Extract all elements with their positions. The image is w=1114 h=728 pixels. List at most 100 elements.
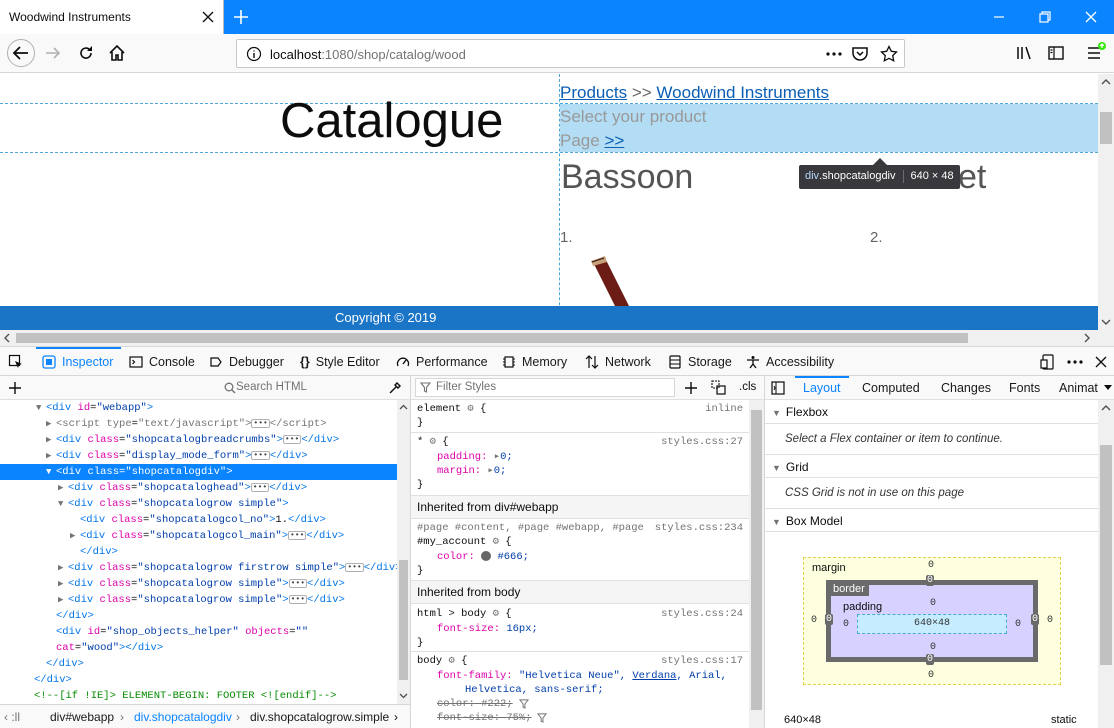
tab-network[interactable]: Network (585, 347, 651, 376)
markup-scroll-thumb[interactable] (399, 560, 408, 680)
print-simulation-icon[interactable] (711, 380, 727, 396)
forward-icon[interactable] (44, 44, 62, 62)
restore-icon[interactable] (1036, 8, 1054, 26)
page-horizontal-scroll-thumb[interactable] (16, 333, 968, 343)
tab-inspector[interactable]: Inspector (42, 347, 113, 376)
markup-tree[interactable]: ▼ <div id="webapp"> ▶ <script type="text/ja… (0, 400, 397, 704)
tab-fonts[interactable]: Fonts (1009, 376, 1040, 400)
markup-node-selected[interactable]: ▼ <div class="shopcatalogdiv"> (0, 464, 397, 480)
markup-node[interactable]: <div id="shop_objects_helper" objects="" (0, 624, 397, 640)
expand-twisty-icon[interactable]: ▶ (46, 448, 56, 464)
markup-node[interactable]: ▶ <div class="shopcatalogbreadcrumbs"> •••… (0, 432, 397, 448)
rule-source[interactable]: styles.css:17 (661, 654, 743, 668)
expand-twisty-icon[interactable]: ▶ (58, 576, 68, 592)
border-left-value[interactable]: 0 (825, 614, 834, 625)
border-right-value[interactable]: 0 (1031, 614, 1040, 625)
markup-node[interactable]: ▶ <div class="shopcatalogrow simple"> ••• <… (0, 592, 397, 608)
eyedropper-icon[interactable] (388, 381, 402, 395)
declaration-overridden[interactable]: font-size: 75%; (437, 711, 532, 725)
breadcrumb-overflow-right[interactable]: › (394, 710, 398, 724)
page-actions-icon[interactable] (825, 46, 843, 62)
scroll-up-icon[interactable] (1101, 78, 1111, 86)
tab-memory[interactable]: Memory (502, 347, 567, 376)
tab-layout[interactable]: Layout (795, 376, 849, 400)
home-icon[interactable] (108, 44, 126, 62)
layout-scroll-thumb[interactable] (1100, 445, 1112, 665)
next-page-link[interactable]: >> (604, 131, 624, 150)
scroll-up-icon[interactable] (1101, 404, 1111, 412)
box-model-content[interactable]: 640×48 (857, 614, 1007, 634)
rules-scroll-thumb[interactable] (751, 410, 762, 710)
filter-icon[interactable] (537, 713, 547, 723)
markup-node[interactable]: ▼ <div class="shopcatalogrow simple"> (0, 496, 397, 512)
tab-animations[interactable]: Animat (1059, 376, 1098, 400)
declaration[interactable]: padding: ▸0; (437, 450, 513, 464)
pocket-icon[interactable] (851, 45, 869, 63)
flexbox-section-header[interactable]: ▼ Flexbox (765, 400, 1098, 424)
breadcrumb-products-link[interactable]: Products (560, 83, 627, 102)
bassoon-image[interactable] (585, 256, 640, 306)
tabs-overflow-icon[interactable] (1104, 385, 1112, 391)
rule-source[interactable]: styles.css:24 (661, 607, 743, 621)
filter-styles-input[interactable]: Filter Styles (415, 378, 675, 397)
markup-node[interactable]: <div class="shopcatalogcol_no">1.</div> (0, 512, 397, 528)
padding-top-value[interactable]: 0 (930, 598, 936, 609)
markup-node[interactable]: </div> (0, 672, 397, 688)
expand-twisty-icon[interactable]: ▶ (46, 416, 56, 432)
margin-top-value[interactable]: 0 (928, 560, 934, 571)
grid-section-header[interactable]: ▼ Grid (765, 454, 1098, 478)
collapse-twisty-icon[interactable]: ▼ (46, 464, 56, 480)
tab-debugger[interactable]: Debugger (209, 347, 284, 376)
markup-node[interactable]: ▶ <div class="shopcatalogrow firstrow sim… (0, 560, 397, 576)
page-vertical-scroll-thumb[interactable] (1100, 112, 1112, 144)
library-icon[interactable] (1015, 44, 1033, 62)
expand-twisty-icon[interactable]: ▶ (58, 560, 68, 576)
minimize-icon[interactable] (990, 8, 1008, 26)
close-devtools-icon[interactable] (1093, 354, 1109, 370)
expand-twisty-icon[interactable]: ▶ (46, 432, 56, 448)
padding-right-value[interactable]: 0 (1015, 619, 1021, 630)
element-picker-icon[interactable] (8, 354, 24, 370)
close-tab-icon[interactable] (200, 9, 216, 25)
collapse-twisty-icon[interactable]: ▼ (36, 400, 46, 416)
border-top-value[interactable]: 0 (926, 575, 935, 586)
site-info-icon[interactable] (246, 46, 262, 62)
markup-node[interactable]: cat="wood"></div> (0, 640, 397, 656)
new-tab-icon[interactable] (232, 8, 250, 26)
browser-tab[interactable]: Woodwind Instruments (0, 0, 224, 34)
markup-node[interactable]: </div> (0, 656, 397, 672)
markup-node[interactable]: ▶ <div class="shopcataloghead"> ••• </div> (0, 480, 397, 496)
padding-left-value[interactable]: 0 (843, 619, 849, 630)
bookmark-star-icon[interactable] (880, 45, 898, 63)
markup-node[interactable]: ▶ <div class="shopcatalogcol_main"> ••• </d… (0, 528, 397, 544)
rule-source[interactable]: inline (705, 402, 743, 416)
url-bar[interactable]: localhost:1080/shop/catalog/wood (236, 39, 905, 68)
sidebar-icon[interactable] (1047, 44, 1065, 62)
boxmodel-section-header[interactable]: ▼ Box Model (765, 508, 1098, 532)
back-icon[interactable] (6, 38, 36, 68)
menu-icon[interactable] (1085, 42, 1109, 64)
tab-computed[interactable]: Computed (862, 376, 920, 400)
scroll-right-icon[interactable] (1083, 333, 1091, 343)
margin-left-value[interactable]: 0 (811, 615, 817, 626)
add-rule-icon[interactable] (684, 381, 698, 395)
breadcrumb-overflow-left[interactable]: ‹ :ll (4, 710, 20, 724)
responsive-design-icon[interactable] (1040, 354, 1056, 370)
markup-node[interactable]: ▶ <div class="display_mode_form"> ••• </div… (0, 448, 397, 464)
breadcrumb-node[interactable]: div#webapp (50, 710, 114, 724)
border-bottom-value[interactable]: 0 (926, 654, 935, 665)
tab-console[interactable]: Console (129, 347, 195, 376)
markup-node[interactable]: </div> (0, 544, 397, 560)
markup-node[interactable]: ▼ <div id="webapp"> (0, 400, 397, 416)
margin-right-value[interactable]: 0 (1047, 615, 1053, 626)
toggle-sidebar-icon[interactable] (771, 381, 785, 395)
padding-bottom-value[interactable]: 0 (930, 642, 936, 653)
scroll-left-icon[interactable] (3, 333, 11, 343)
scroll-down-icon[interactable] (1101, 318, 1111, 326)
cls-toggle[interactable]: .cls (739, 381, 756, 393)
tab-style-editor[interactable]: {} Style Editor (300, 347, 380, 376)
rule-source[interactable]: styles.css:234 (655, 521, 743, 535)
reload-icon[interactable] (77, 44, 95, 62)
declaration[interactable]: color: #666; (437, 550, 529, 564)
declaration[interactable]: font-size: 16px; (437, 622, 538, 636)
